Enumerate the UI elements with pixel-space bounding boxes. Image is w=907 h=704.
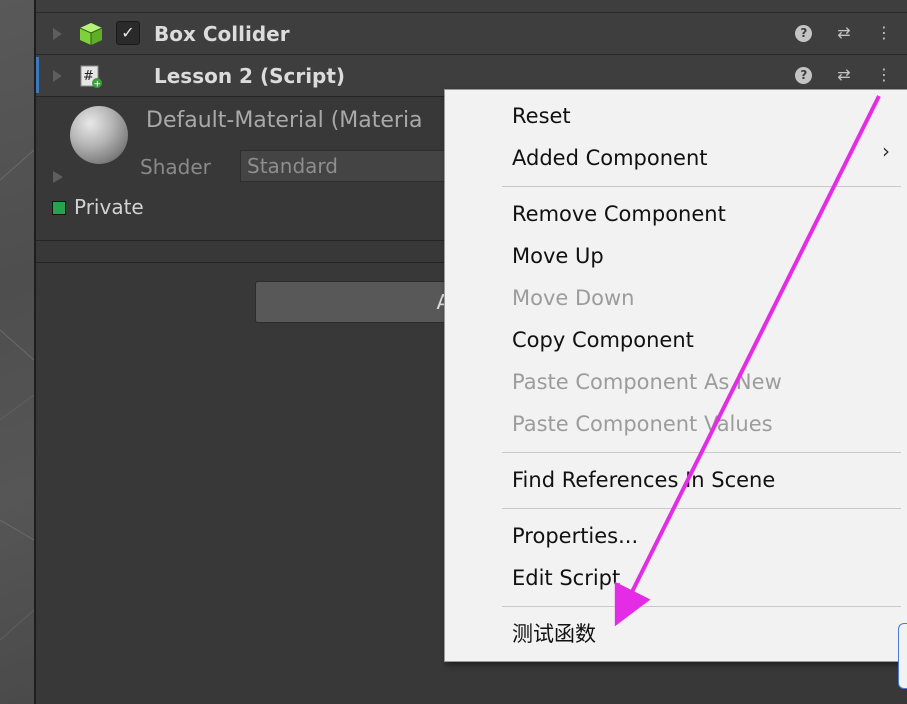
- presets-icon[interactable]: ⇄: [833, 21, 855, 45]
- svg-text:+: +: [94, 80, 102, 90]
- presets-icon[interactable]: ⇄: [833, 63, 855, 87]
- menu-separator: [502, 606, 901, 607]
- menu-item-test-function[interactable]: 测试函数: [512, 613, 596, 655]
- material-name: Default-Material (Materia: [146, 108, 423, 133]
- box-collider-header[interactable]: ✓ Box Collider ? ⇄ ⋮: [36, 12, 907, 55]
- menu-separator: [502, 508, 901, 509]
- component-context-menu: Reset Added Component › Remove Component…: [444, 89, 907, 689]
- menu-item-remove-component[interactable]: Remove Component: [512, 193, 726, 235]
- selection-accent: [36, 57, 39, 93]
- component-title: Box Collider: [154, 22, 290, 46]
- menu-separator: [502, 186, 901, 187]
- foldout-arrow-icon[interactable]: [53, 70, 62, 82]
- help-icon[interactable]: ?: [793, 21, 815, 45]
- private-checkbox[interactable]: [52, 201, 66, 215]
- menu-item-paste-values: Paste Component Values: [512, 412, 773, 436]
- menu-item-paste-as-new: Paste Component As New: [512, 370, 782, 394]
- enabled-checkbox[interactable]: ✓: [116, 21, 140, 45]
- shader-dropdown[interactable]: Standard: [240, 150, 468, 182]
- submenu-chevron-icon: ›: [882, 139, 890, 163]
- private-field-label: Private: [74, 195, 144, 219]
- menu-item-edit-script[interactable]: Edit Script: [512, 557, 620, 599]
- shader-label: Shader: [140, 155, 211, 179]
- more-options-icon[interactable]: ⋮: [873, 21, 895, 45]
- foldout-arrow-icon[interactable]: [53, 28, 62, 40]
- header-icon-group: ? ⇄ ⋮: [780, 63, 895, 87]
- menu-item-copy-component[interactable]: Copy Component: [512, 319, 694, 361]
- scroll-handle[interactable]: [898, 623, 907, 689]
- material-preview-sphere: [70, 106, 128, 164]
- box-collider-icon: [79, 23, 103, 45]
- menu-item-find-references[interactable]: Find References In Scene: [512, 459, 775, 501]
- csharp-script-icon: # +: [80, 65, 102, 90]
- menu-item-added-component[interactable]: Added Component: [512, 137, 708, 179]
- menu-item-reset[interactable]: Reset: [512, 95, 571, 137]
- scene-grid-lines: [0, 149, 34, 641]
- more-options-icon[interactable]: ⋮: [873, 63, 895, 87]
- help-icon[interactable]: ?: [793, 63, 815, 87]
- material-foldout-icon[interactable]: [53, 171, 63, 183]
- menu-item-properties[interactable]: Properties...: [512, 515, 638, 557]
- scene-view-strip: [0, 0, 34, 704]
- menu-item-move-down: Move Down: [512, 286, 635, 310]
- component-title: Lesson 2 (Script): [154, 64, 346, 88]
- menu-item-move-up[interactable]: Move Up: [512, 235, 604, 277]
- menu-separator: [502, 452, 901, 453]
- header-icon-group: ? ⇄ ⋮: [780, 21, 895, 45]
